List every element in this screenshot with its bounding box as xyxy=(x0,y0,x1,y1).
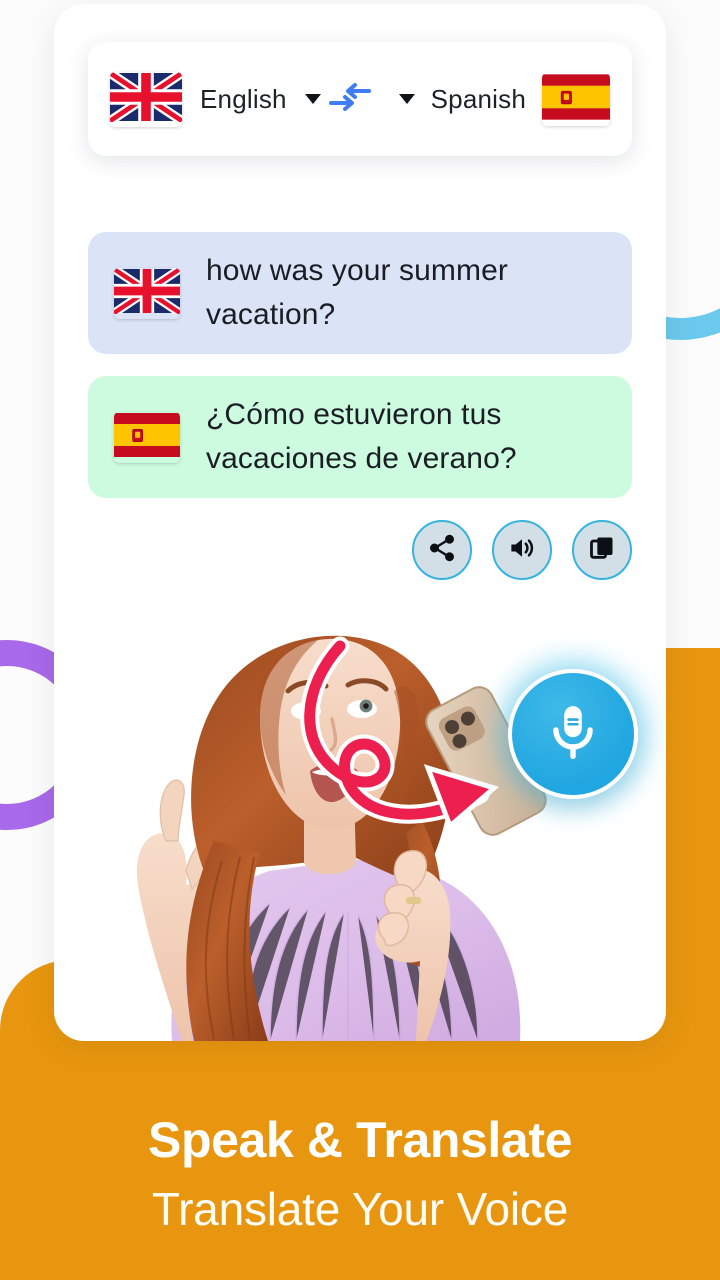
target-message-text: ¿Cómo estuvieron tus vacaciones de veran… xyxy=(206,397,517,475)
share-button[interactable] xyxy=(412,520,472,580)
copy-button[interactable] xyxy=(572,520,632,580)
chevron-down-icon[interactable] xyxy=(398,94,415,104)
language-selector-bar: English Spanish xyxy=(88,42,632,156)
phone-screen-card: English Spanish how was your summer vaca… xyxy=(54,4,666,1041)
microphone-icon xyxy=(542,701,604,768)
microphone-record-button[interactable] xyxy=(508,669,638,799)
pointer-arrow-icon xyxy=(300,636,500,831)
swap-languages-button[interactable] xyxy=(321,80,379,119)
speak-button[interactable] xyxy=(492,520,552,580)
uk-flag-icon xyxy=(114,267,180,319)
speaker-icon xyxy=(507,533,537,568)
swap-arrows-icon xyxy=(327,80,373,119)
source-message-text: how was your summer vacation? xyxy=(206,253,508,331)
target-language-label: Spanish xyxy=(430,83,526,114)
message-bubble-source[interactable]: how was your summer vacation? xyxy=(88,232,632,354)
spain-flag-icon xyxy=(542,73,610,126)
promo-headline: Speak & Translate xyxy=(148,1112,572,1169)
source-language-selector[interactable]: English xyxy=(88,71,321,127)
promo-copy: Speak & Translate Translate Your Voice xyxy=(0,1112,720,1236)
uk-flag-icon xyxy=(110,71,182,127)
chevron-down-icon[interactable] xyxy=(304,94,321,104)
message-bubble-target[interactable]: ¿Cómo estuvieron tus vacaciones de veran… xyxy=(88,376,632,498)
promo-subline: Translate Your Voice xyxy=(151,1183,569,1236)
copy-icon xyxy=(588,534,616,567)
source-language-label: English xyxy=(200,83,287,114)
target-language-selector[interactable]: Spanish xyxy=(398,73,632,126)
share-icon xyxy=(427,533,457,568)
message-actions-row xyxy=(412,520,632,580)
spain-flag-icon xyxy=(114,412,180,463)
